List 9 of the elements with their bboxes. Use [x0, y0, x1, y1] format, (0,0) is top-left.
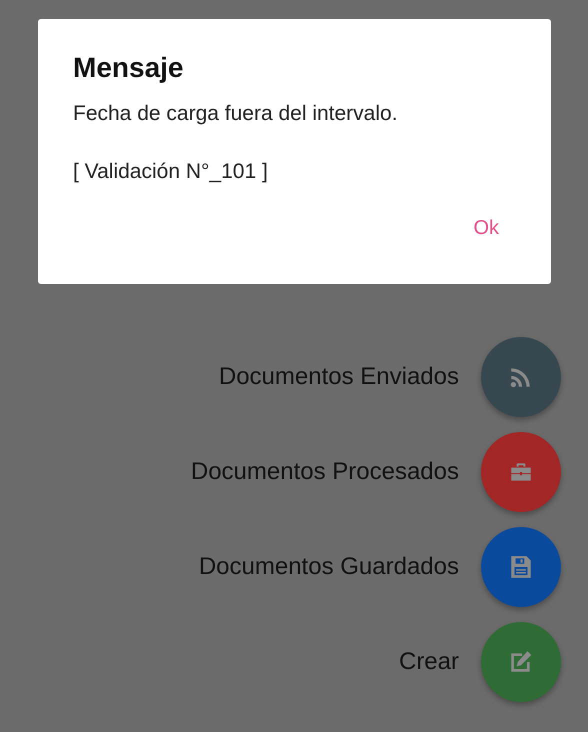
dialog-title: Mensaje	[73, 51, 184, 85]
ok-button[interactable]: Ok	[459, 211, 513, 246]
fab-label: Documentos Procesados	[190, 458, 459, 486]
save-icon	[509, 554, 533, 580]
dialog-message: Fecha de carga fuera del intervalo.	[73, 101, 399, 127]
fab-label: Crear	[398, 648, 459, 676]
validation-code: [ Validación N°_101 ]	[73, 159, 269, 185]
fab-label: Documentos Enviados	[218, 363, 459, 391]
fab-label: Documentos Guardados	[198, 553, 459, 581]
